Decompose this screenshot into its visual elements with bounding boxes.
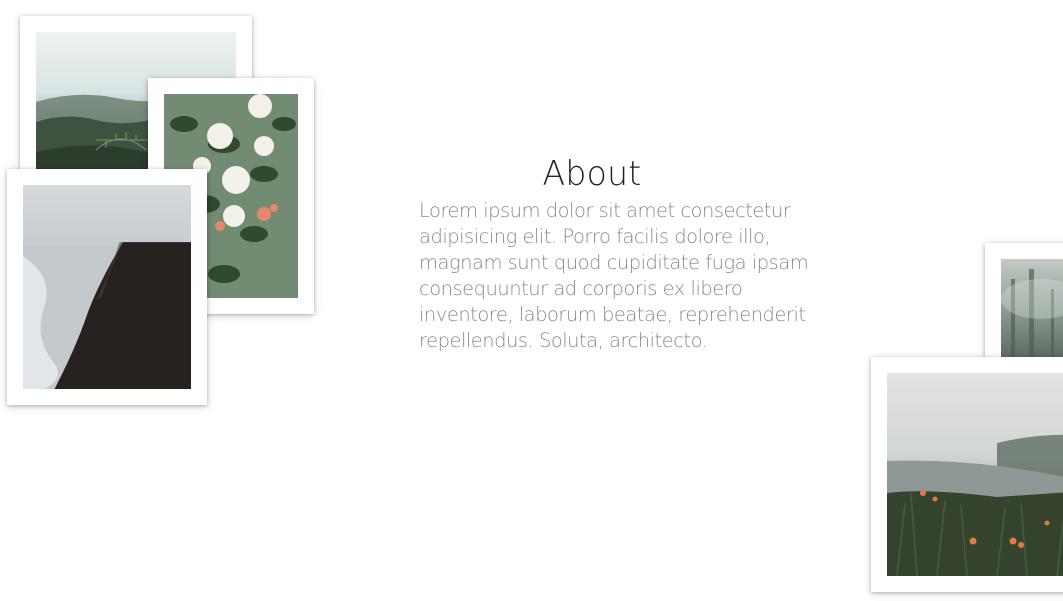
photo-black-sand-beach bbox=[23, 185, 191, 389]
polaroid-photo-black-sand-beach bbox=[7, 169, 207, 405]
polaroid-photo-foggy-lake bbox=[871, 357, 1063, 592]
polaroid-photo-misty-trees bbox=[985, 243, 1063, 373]
photo-misty-trees bbox=[1001, 259, 1063, 357]
photo-foggy-lake-flowers bbox=[887, 373, 1063, 576]
about-content: About Lorem ipsum dolor sit amet consect… bbox=[419, 150, 819, 354]
about-heading: About bbox=[542, 153, 642, 194]
about-paragraph: Lorem ipsum dolor sit amet consectetur a… bbox=[419, 199, 809, 352]
about-section: About Lorem ipsum dolor sit amet consect… bbox=[0, 0, 1063, 601]
